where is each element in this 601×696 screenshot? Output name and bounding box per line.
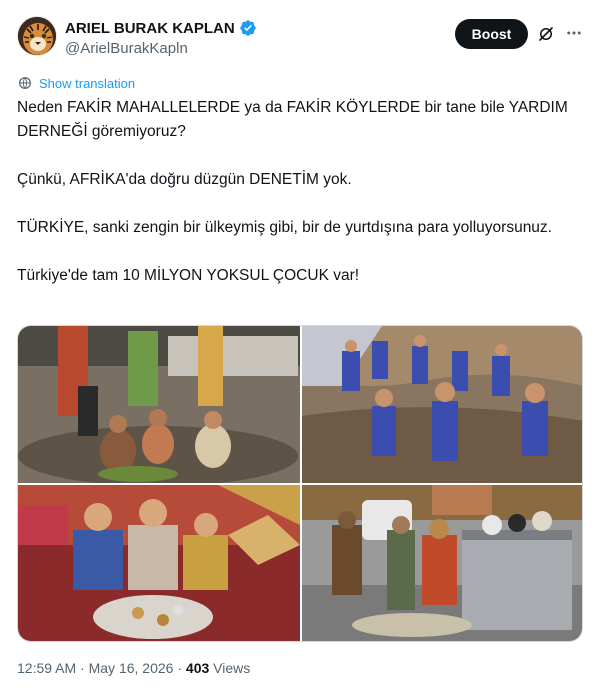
boost-button[interactable]: Boost <box>455 19 528 49</box>
avatar[interactable] <box>17 16 57 56</box>
tweet-paragraph: TÜRKİYE, sanki zengin bir ülkeymiş gibi,… <box>17 219 552 236</box>
tweet-paragraph: Çünkü, AFRİKA'da doğru düzgün DENETİM yo… <box>17 171 352 188</box>
tweet-body: Neden FAKİR MAHALLELERDE ya da FAKİR KÖY… <box>17 96 583 288</box>
show-translation-label[interactable]: Show translation <box>39 76 135 91</box>
tweet-header: ARIEL BURAK KAPLAN @ArielBurakKapln Boos… <box>0 0 601 66</box>
author-handle[interactable]: @ArielBurakKapln <box>65 40 188 57</box>
more-icon[interactable] <box>565 24 583 42</box>
photo-children-mud-path[interactable] <box>302 326 582 483</box>
translate-icon <box>19 77 31 89</box>
tweet-footer: 12:59 AM · May 16, 2026 · 403 Views <box>17 660 250 676</box>
views-count[interactable]: 403 <box>186 660 209 676</box>
grok-icon[interactable] <box>537 25 555 43</box>
photo-people-garbage-bins[interactable] <box>302 485 582 641</box>
tweet-paragraph: Türkiye'de tam 10 MİLYON YOKSUL ÇOCUK va… <box>17 267 360 284</box>
photo-children-market[interactable] <box>18 326 300 483</box>
footer-separator: · <box>173 660 186 676</box>
media-grid <box>17 325 583 642</box>
author-name-row: ARIEL BURAK KAPLAN <box>65 19 257 37</box>
photo-children-carpet[interactable] <box>18 485 300 641</box>
tweet-time[interactable]: 12:59 AM <box>17 660 76 676</box>
verified-badge-icon <box>240 20 256 36</box>
views-label: Views <box>209 660 251 676</box>
author-name[interactable]: ARIEL BURAK KAPLAN <box>65 20 235 37</box>
show-translation-link[interactable]: Show translation <box>17 75 135 91</box>
tiger-avatar-icon <box>18 17 56 55</box>
tweet-date[interactable]: May 16, 2026 <box>89 660 174 676</box>
tweet-paragraph: Neden FAKİR MAHALLELERDE ya da FAKİR KÖY… <box>17 99 568 140</box>
footer-separator: · <box>76 660 89 676</box>
